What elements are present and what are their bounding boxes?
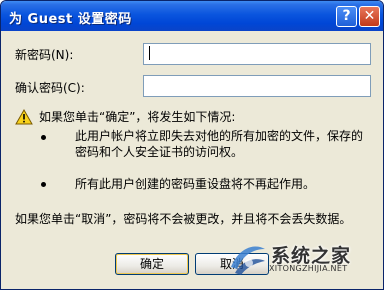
confirm-password-label: 确认密码(C):: [15, 81, 85, 95]
dialog-title: 为 Guest 设置密码: [9, 12, 132, 27]
warning-heading: 如果您单击“确定”，将发生如下情况:: [39, 110, 236, 124]
set-password-dialog: 为 Guest 设置密码 ? ✕ 新密码(N): 确认密码(C): 如果您单击“…: [0, 0, 384, 290]
bullet-2: [41, 182, 46, 187]
confirm-password-field[interactable]: [143, 75, 371, 97]
new-password-label: 新密码(N):: [15, 48, 74, 62]
warning-icon: [15, 109, 33, 125]
cancel-note: 如果您单击“取消”，密码将不会被更改，并且将不会丢失数据。: [15, 212, 352, 226]
watermark-url: XITONGZHIJIA.NET: [269, 264, 348, 273]
help-button[interactable]: ?: [336, 6, 357, 27]
text-caret: [149, 46, 150, 60]
bullet-2-line-1: 所有此用户创建的密码重设盘将不再起作用。: [75, 177, 316, 191]
close-button[interactable]: ✕: [359, 6, 380, 27]
bullet-1-line-1: 此用户帐户将立即失去对他的所有加密的文件，保存的: [75, 129, 364, 143]
bullet-1-line-2: 密码和个人安全证书的访问权。: [75, 145, 244, 159]
close-icon: ✕: [363, 8, 376, 24]
watermark-logo-icon: [231, 246, 265, 275]
bullet-1: [41, 135, 46, 140]
new-password-field[interactable]: [143, 43, 371, 65]
title-bar[interactable]: 为 Guest 设置密码 ? ✕: [1, 1, 383, 31]
question-icon: ?: [342, 8, 351, 24]
ok-button[interactable]: 确定: [115, 253, 189, 275]
